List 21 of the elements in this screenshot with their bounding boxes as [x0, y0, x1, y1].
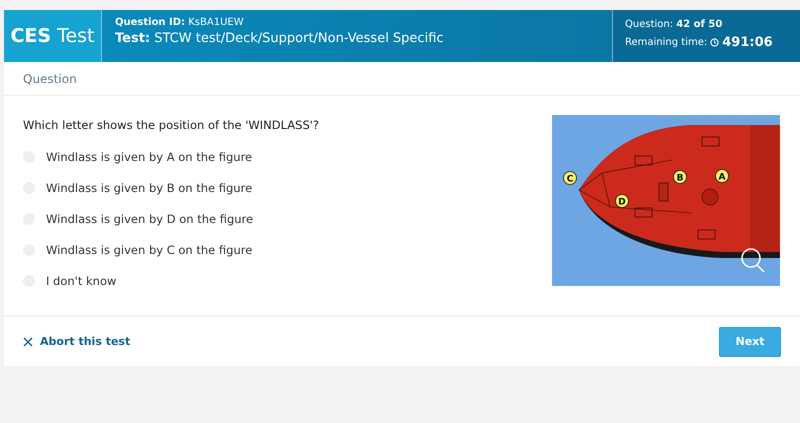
remaining-time: 491:06	[722, 35, 773, 50]
question-text: Which letter shows the position of the 'WINDLASS'?	[23, 118, 320, 132]
answer-option[interactable]: Windlass is given by C on the figure	[46, 242, 252, 256]
app-logo: CES Test	[4, 10, 102, 62]
close-icon	[23, 336, 33, 346]
zoom-icon[interactable]	[741, 248, 765, 273]
answer-option[interactable]: Windlass is given by D on the figure	[46, 212, 254, 226]
question-id: Question ID: KsBA1UEW	[115, 17, 245, 28]
callout-label: C	[563, 171, 577, 185]
remaining-time-label: Remaining time:	[625, 37, 708, 48]
abort-link[interactable]: Abort this test	[23, 335, 130, 348]
answer-option[interactable]: I don't know	[46, 274, 116, 288]
callout-label: D	[615, 194, 629, 208]
answer-option[interactable]: Windlass is given by B on the figure	[46, 180, 252, 194]
clock-icon	[710, 38, 720, 47]
callout-label: B	[673, 170, 687, 184]
test-path: Test: STCW test/Deck/Support/Non-Vessel Specific	[115, 31, 445, 46]
section-title: Question	[23, 72, 77, 86]
answer-option[interactable]: Windlass is given by A on the figure	[46, 150, 252, 164]
callout-label: A	[715, 169, 729, 183]
question-counter: Question: 42 of 50	[625, 19, 724, 30]
